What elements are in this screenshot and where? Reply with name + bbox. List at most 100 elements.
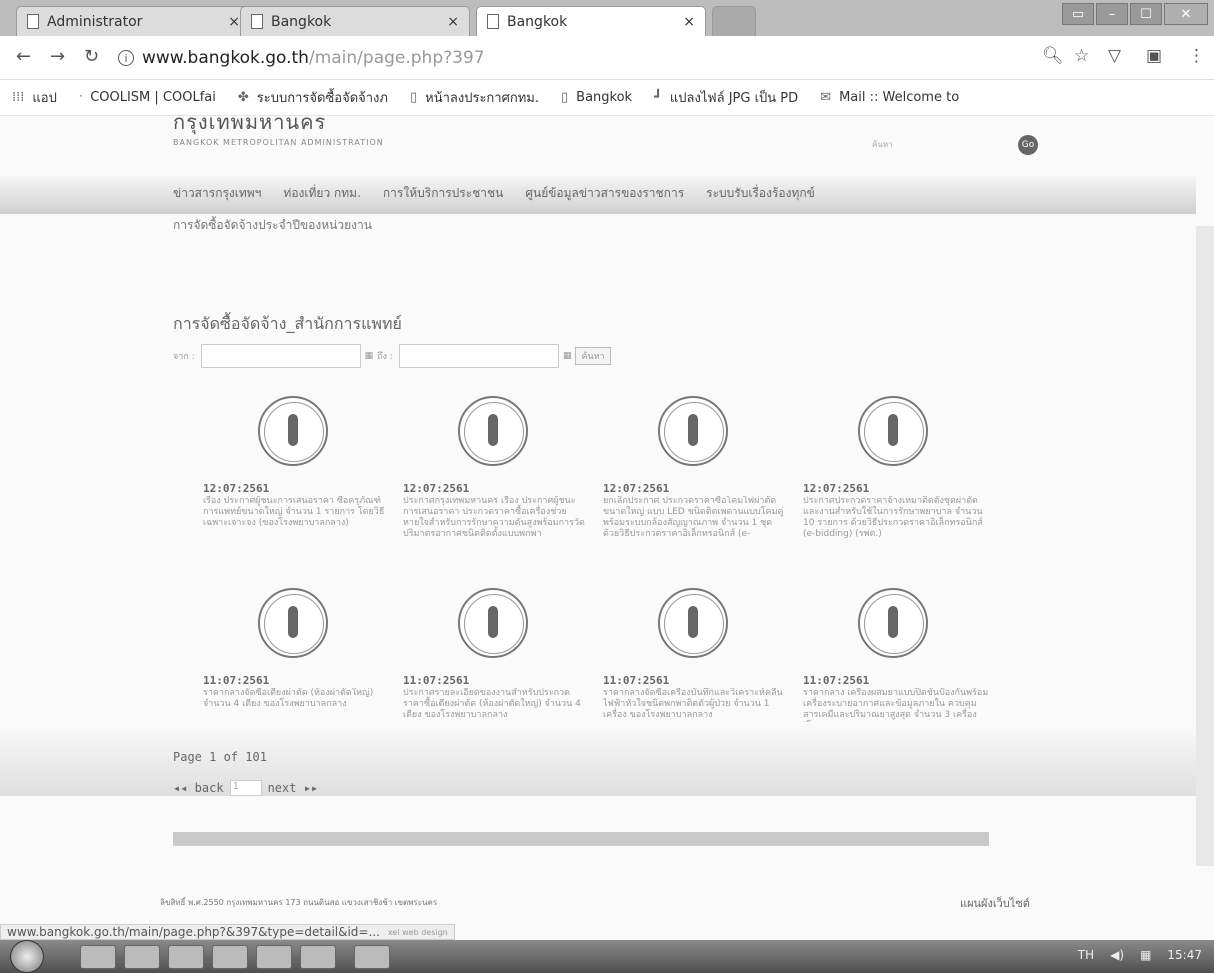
page-content: กรุงเทพมหานคร BANGKOK METROPOLITAN ADMIN…	[0, 116, 1214, 940]
page-icon: ▯	[561, 90, 569, 105]
back-link[interactable]: ◂◂ back	[173, 781, 224, 795]
forward-arrow-icon[interactable]: →	[50, 46, 65, 67]
volume-icon[interactable]: ◀)	[1110, 948, 1124, 962]
horizontal-scrollbar[interactable]	[173, 832, 989, 846]
menu-item-services[interactable]: การให้บริการประชาชน	[383, 184, 503, 203]
browser-toolbar: ← → ↻ i www.bangkok.go.th /main/page.php…	[0, 36, 1214, 80]
bma-seal-icon	[658, 396, 728, 466]
address-bar[interactable]: i www.bangkok.go.th /main/page.php?397	[118, 44, 1018, 72]
card-date: 11:07:2561	[403, 674, 470, 687]
search-button[interactable]: ค้นหา	[575, 347, 611, 365]
footer-address: ลิขสิทธิ์ พ.ศ.2550 กรุงเทพมหานคร 173 ถนน…	[160, 898, 438, 907]
url-host: www.bangkok.go.th	[142, 48, 309, 68]
calendar-icon[interactable]: ▦	[563, 351, 572, 361]
card-date: 12:07:2561	[603, 482, 670, 495]
close-icon[interactable]: ×	[683, 14, 695, 30]
bookmark-jpg-pdf[interactable]: ┛ แปลงไฟล์ JPG เป็น PD	[654, 87, 798, 108]
card-date: 11:07:2561	[803, 674, 870, 687]
apps-grid-icon: ⁞⁞⁞	[12, 90, 25, 105]
page-icon: ▯	[409, 90, 418, 105]
tab-strip: Administrator × Bangkok × Bangkok × ▭ – …	[0, 0, 1214, 36]
bookmark-bma-post[interactable]: ▯ หน้าลงประกาศกทม.	[410, 87, 539, 108]
network-icon[interactable]: ▦	[1140, 948, 1151, 962]
info-icon[interactable]: i	[118, 50, 134, 66]
date-to-input[interactable]	[398, 344, 559, 368]
explorer-icon[interactable]	[80, 945, 116, 969]
announcement-card[interactable]: 12:07:2561 ยกเลิกประกาศ ประกวดราคาซื้อโค…	[603, 396, 803, 578]
announcement-card[interactable]: 12:07:2561 เรื่อง ประกาศผู้ชนะการเสนอราค…	[203, 396, 403, 578]
menu-item-tourism[interactable]: ท่องเที่ยว กทม.	[283, 184, 360, 203]
windows-taskbar: TH ◀) ▦ 15:47	[0, 940, 1214, 973]
next-link[interactable]: next ▸▸	[268, 781, 319, 795]
star-icon[interactable]: ☆	[1074, 46, 1089, 66]
site-name[interactable]: กรุงเทพมหานคร	[173, 116, 384, 138]
card-title[interactable]: ประกาศกรุงเทพมหานคร เรื่อง ประกาศผู้ชนะก…	[403, 496, 589, 560]
close-icon[interactable]: ×	[447, 14, 459, 30]
reload-icon[interactable]: ↻	[84, 46, 99, 67]
clock[interactable]: 15:47	[1167, 948, 1202, 962]
converter-icon: ┛	[654, 90, 662, 105]
card-title[interactable]: ประกาศประกวดราคาจ้างเหมาติดตั้งชุดผ่าตัด…	[803, 496, 989, 560]
filter-from-label: จาก :	[173, 352, 195, 362]
back-arrow-icon[interactable]: ←	[16, 46, 31, 67]
menu-item-info-center[interactable]: ศูนย์ข้อมูลข่าวสารของราชการ	[525, 184, 684, 203]
go-button[interactable]: Go	[1018, 135, 1038, 155]
bookmark-coolism[interactable]: ᐧ COOLISM | COOLfai	[79, 90, 216, 105]
zoom-search-icon[interactable]: 🔍︎	[1042, 46, 1064, 66]
bookmark-procurement[interactable]: ✤ ระบบการจัดซื้อจัดจ้างภ	[238, 87, 388, 108]
new-tab-button[interactable]	[712, 6, 756, 36]
extension-icon[interactable]: ▣	[1146, 46, 1162, 66]
bma-seal-icon	[258, 396, 328, 466]
page-select[interactable]: 1	[229, 780, 262, 796]
date-from-input[interactable]	[200, 344, 361, 368]
bma-seal-icon	[458, 396, 528, 466]
status-url: www.bangkok.go.th/main/page.php?&397&typ…	[7, 925, 380, 939]
menu-item-complaints[interactable]: ระบบรับเรื่องร้องทุกข์	[706, 184, 815, 203]
sitemap-link[interactable]: แผนผังเว็บไซต์	[960, 894, 1030, 912]
announcement-card[interactable]: 12:07:2561 ประกาศกรุงเทพมหานคร เรื่อง ปร…	[403, 396, 603, 578]
menu-item-news[interactable]: ข่าวสารกรุงเทพฯ	[173, 184, 261, 203]
calendar-icon[interactable]: ▦	[365, 351, 374, 361]
page-icon	[487, 14, 499, 29]
app-icon[interactable]	[354, 945, 390, 969]
maximize-icon[interactable]: ☐	[1130, 3, 1162, 25]
bma-seal-icon	[858, 396, 928, 466]
bookmark-mail[interactable]: ✉ Mail :: Welcome to	[820, 90, 959, 105]
tab-bangkok-active[interactable]: Bangkok ×	[476, 6, 706, 36]
app-icon[interactable]	[168, 945, 204, 969]
pager-controls: ◂◂ back 1 next ▸▸	[173, 780, 318, 796]
mail-icon: ✉	[820, 90, 832, 105]
menu-dots-icon[interactable]: ⋮	[1188, 46, 1205, 66]
bma-seal-icon	[658, 588, 728, 658]
vertical-scrollbar[interactable]	[1196, 226, 1214, 866]
bma-seal-icon	[258, 588, 328, 658]
tab-administrator[interactable]: Administrator ×	[16, 6, 251, 36]
app-icon[interactable]	[124, 945, 160, 969]
card-title[interactable]: ยกเลิกประกาศ ประกวดราคาซื้อโคมไฟผ่าตัดขน…	[603, 496, 789, 560]
restore-icon[interactable]: ▭	[1062, 3, 1094, 25]
site-search-input[interactable]: ค้นหา	[872, 138, 893, 151]
status-bar: www.bangkok.go.th/main/page.php?&397&typ…	[0, 924, 455, 940]
bookmark-bangkok[interactable]: ▯ Bangkok	[561, 90, 632, 105]
window-close-icon[interactable]: ✕	[1164, 3, 1208, 25]
breadcrumb[interactable]: การจัดซื้อจัดจ้างประจำปีของหน่วยงาน	[173, 216, 372, 235]
app-icon[interactable]	[256, 945, 292, 969]
shield-icon[interactable]: ▽	[1108, 46, 1121, 66]
minimize-icon[interactable]: –	[1096, 3, 1128, 25]
card-title[interactable]: เรื่อง ประกาศผู้ชนะการเสนอราคา ซื้อครุภั…	[203, 496, 389, 560]
tab-title: Bangkok	[507, 13, 568, 30]
bookmarks-bar: ⁞⁞⁞ แอป ᐧ COOLISM | COOLfai ✤ ระบบการจัดซื้…	[0, 80, 1214, 116]
app-icon[interactable]	[300, 945, 336, 969]
page-icon	[27, 14, 39, 29]
announcement-grid: 12:07:2561 เรื่อง ประกาศผู้ชนะการเสนอราค…	[203, 396, 1003, 770]
site-icon: ✤	[237, 90, 249, 105]
chrome-icon[interactable]	[212, 945, 248, 969]
tab-title: Bangkok	[271, 13, 332, 30]
start-button-icon[interactable]	[10, 940, 44, 973]
bookmark-apps[interactable]: ⁞⁞⁞ แอป	[12, 87, 57, 108]
tab-bangkok-1[interactable]: Bangkok ×	[240, 6, 470, 36]
announcement-card[interactable]: 12:07:2561 ประกาศประกวดราคาจ้างเหมาติดตั…	[803, 396, 1003, 578]
language-indicator[interactable]: TH	[1078, 948, 1094, 962]
bma-seal-icon	[458, 588, 528, 658]
close-icon[interactable]: ×	[228, 14, 240, 30]
